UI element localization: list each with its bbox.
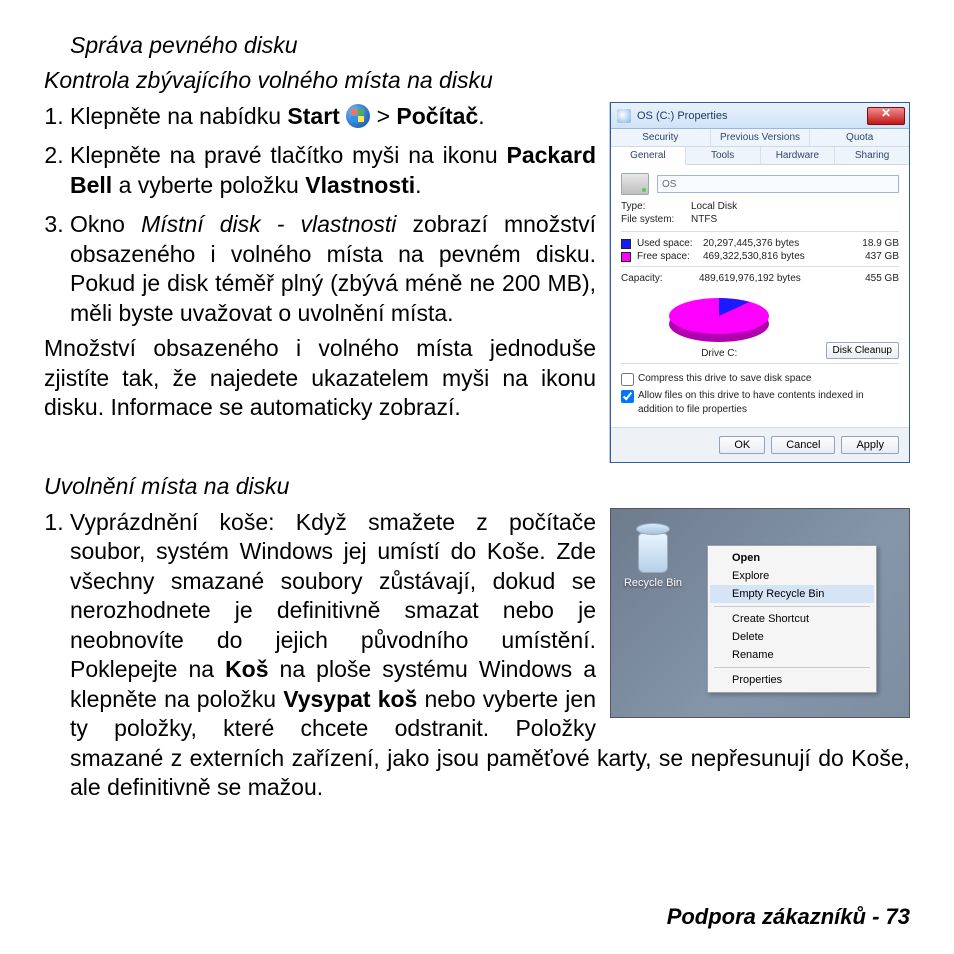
text: Okno	[70, 211, 141, 237]
step-2: Klepněte na pravé tlačítko myši na ikonu…	[70, 141, 634, 200]
capacity-bytes: 489,619,976,192 bytes	[699, 273, 851, 284]
step-3: Okno Místní disk - vlastnosti zobrazí mn…	[70, 210, 634, 328]
context-menu: Open Explore Empty Recycle Bin Create Sh…	[707, 545, 877, 693]
menu-rename[interactable]: Rename	[710, 646, 874, 664]
tab-hardware[interactable]: Hardware	[761, 147, 836, 164]
type-key: Type:	[621, 201, 691, 212]
menu-delete[interactable]: Delete	[710, 628, 874, 646]
filesystem-key: File system:	[621, 214, 691, 225]
tab-general[interactable]: General	[611, 147, 686, 165]
capacity-key: Capacity:	[621, 273, 699, 284]
free-bytes: 469,322,530,816 bytes	[703, 251, 847, 262]
text: .	[415, 172, 421, 198]
kos-bold: Koš	[225, 656, 268, 682]
pocitac-bold: Počítač	[396, 103, 478, 129]
hdd-icon	[621, 173, 649, 195]
cancel-button[interactable]: Cancel	[771, 436, 835, 454]
tab-tools[interactable]: Tools	[686, 147, 761, 164]
menu-empty-recycle-bin[interactable]: Empty Recycle Bin	[710, 585, 874, 603]
text: Klepněte na nabídku	[70, 103, 287, 129]
vysypat-bold: Vysypat koš	[283, 686, 417, 712]
document-page: Správa pevného disku Kontrola zbývajícíh…	[0, 0, 954, 954]
drive-c-label: Drive C:	[621, 348, 818, 359]
properties-dialog: OS (C:) Properties Security Previous Ver…	[610, 102, 910, 463]
compress-checkbox[interactable]	[621, 373, 634, 386]
window-name-italic: Místní disk - vlastnosti	[141, 211, 396, 237]
heading-check-space: Kontrola zbývajícího volného místa na di…	[44, 67, 910, 94]
apply-button[interactable]: Apply	[841, 436, 899, 454]
menu-create-shortcut[interactable]: Create Shortcut	[710, 610, 874, 628]
recycle-bin-icon-block: Recycle Bin	[623, 523, 683, 589]
text: a vyberte položku	[112, 172, 305, 198]
dialog-titlebar: OS (C:) Properties	[611, 103, 909, 129]
page-footer: Podpora zákazníků - 73	[667, 904, 910, 930]
disk-cleanup-button[interactable]: Disk Cleanup	[826, 342, 899, 359]
filesystem-value: NTFS	[691, 214, 899, 225]
free-swatch	[621, 252, 631, 262]
menu-open[interactable]: Open	[710, 549, 874, 567]
heading-management: Správa pevného disku	[70, 32, 910, 59]
tab-quota[interactable]: Quota	[810, 129, 909, 146]
free-key: Free space:	[637, 251, 699, 262]
menu-explore[interactable]: Explore	[710, 567, 874, 585]
menu-properties[interactable]: Properties	[710, 671, 874, 689]
free-gb: 437 GB	[851, 251, 899, 262]
windows-orb-icon	[346, 104, 370, 128]
capacity-gb: 455 GB	[851, 273, 899, 284]
text: Klepněte na pravé tlačítko myši na ikonu	[70, 142, 506, 168]
vlastnosti-bold: Vlastnosti	[305, 172, 415, 198]
footer-label: Podpora zákazníků -	[667, 904, 886, 929]
text: .	[478, 103, 484, 129]
tab-security[interactable]: Security	[611, 129, 711, 146]
footer-page: 73	[886, 904, 910, 929]
tabs-row-top: Security Previous Versions Quota	[611, 129, 909, 147]
used-key: Used space:	[637, 238, 699, 249]
type-value: Local Disk	[691, 201, 899, 212]
drive-label-input[interactable]	[657, 175, 899, 193]
recycle-bin-label: Recycle Bin	[623, 577, 683, 589]
recycle-bin-screenshot: Recycle Bin Open Explore Empty Recycle B…	[610, 508, 910, 718]
tabs-row-bottom: General Tools Hardware Sharing	[611, 147, 909, 165]
menu-separator	[714, 606, 870, 607]
index-checkbox[interactable]	[621, 390, 634, 403]
dialog-title: OS (C:) Properties	[637, 110, 867, 122]
index-checkbox-row[interactable]: Allow files on this drive to have conten…	[621, 389, 899, 416]
paragraph-hover-info: Množství obsazeného i volného místa jedn…	[44, 334, 634, 422]
steps-check-space: Klepněte na nabídku Start > Počítač. Kle…	[44, 102, 634, 328]
used-swatch	[621, 239, 631, 249]
dialog-body: Type: Local Disk File system: NTFS Used …	[611, 165, 909, 427]
dialog-button-row: OK Cancel Apply	[611, 427, 909, 462]
menu-separator	[714, 667, 870, 668]
heading-free-space: Uvolnění místa na disku	[44, 473, 910, 500]
used-gb: 18.9 GB	[851, 238, 899, 249]
step-1: Klepněte na nabídku Start > Počítač.	[70, 102, 634, 131]
drive-icon	[617, 109, 631, 123]
compress-label: Compress this drive to save disk space	[638, 372, 811, 386]
ok-button[interactable]: OK	[719, 436, 765, 454]
recycle-bin-icon[interactable]	[632, 523, 674, 573]
index-label: Allow files on this drive to have conten…	[638, 389, 899, 416]
start-bold: Start	[287, 103, 339, 129]
compress-checkbox-row[interactable]: Compress this drive to save disk space	[621, 372, 899, 386]
usage-pie-chart	[659, 290, 779, 346]
close-icon[interactable]	[867, 107, 905, 125]
used-bytes: 20,297,445,376 bytes	[703, 238, 847, 249]
text: >	[370, 103, 396, 129]
tab-previous-versions[interactable]: Previous Versions	[711, 129, 811, 146]
tab-sharing[interactable]: Sharing	[835, 147, 909, 164]
